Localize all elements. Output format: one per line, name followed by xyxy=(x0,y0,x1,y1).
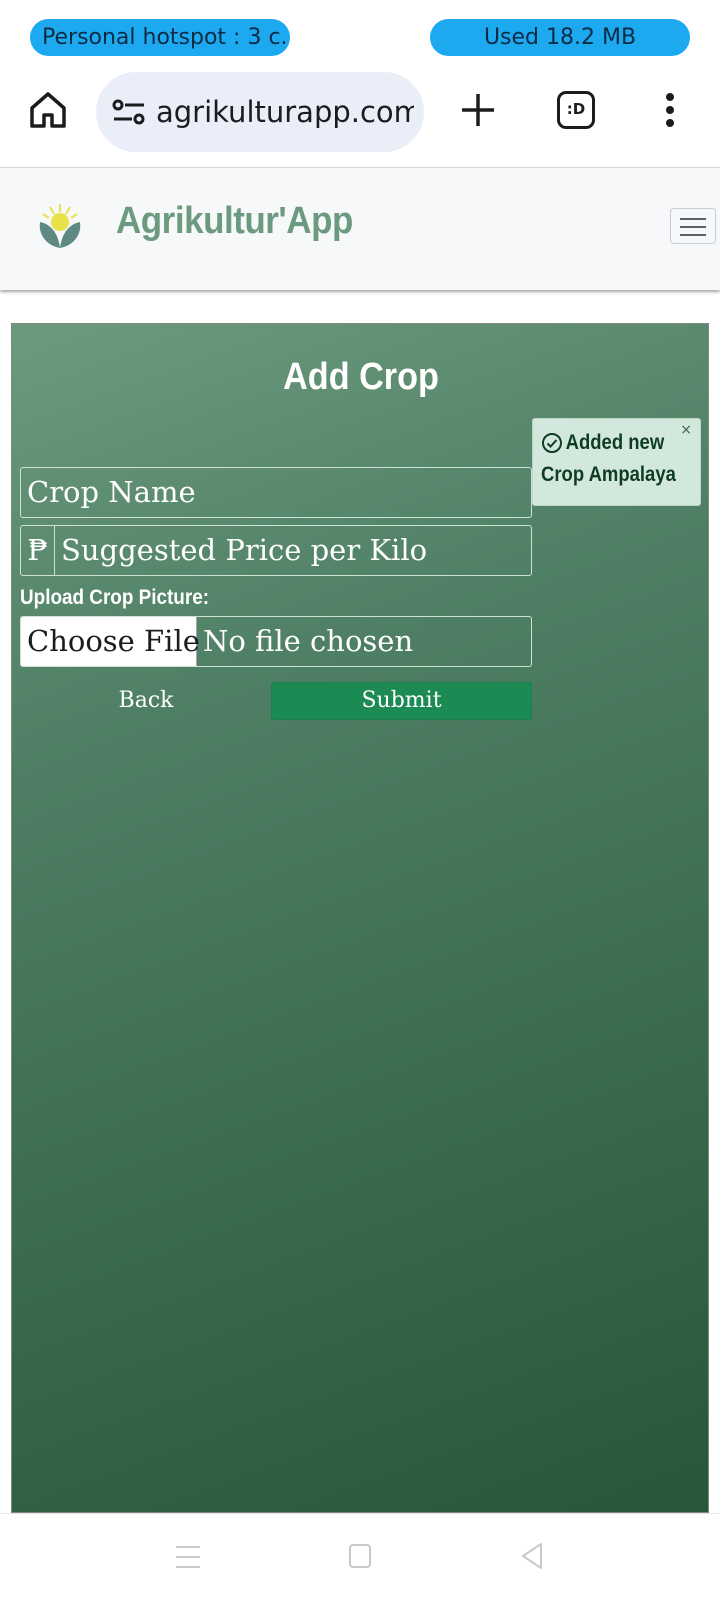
back-button[interactable]: Back xyxy=(20,682,272,720)
hotspot-status-text: Personal hotspot : 3 c... xyxy=(42,25,290,50)
address-bar[interactable]: agrikulturapp.com xyxy=(96,72,424,152)
home-icon[interactable] xyxy=(26,88,70,132)
back-triangle-icon[interactable] xyxy=(520,1541,544,1571)
close-icon[interactable]: × xyxy=(680,422,692,438)
file-status-text: No file chosen xyxy=(203,624,414,658)
hotspot-status-pill[interactable]: Personal hotspot : 3 c... xyxy=(30,19,290,56)
more-vert-icon[interactable] xyxy=(660,90,680,130)
data-usage-text: Used 18.2 MB xyxy=(483,25,637,50)
brand-title[interactable]: Agrikultur'App xyxy=(116,200,353,243)
app-navbar: Agrikultur'App xyxy=(0,167,720,290)
logo-icon[interactable] xyxy=(32,198,88,254)
submit-button[interactable]: Submit xyxy=(271,682,532,720)
tab-switcher-icon[interactable]: :D xyxy=(557,91,595,129)
recents-icon[interactable] xyxy=(176,1546,200,1568)
browser-toolbar: agrikulturapp.com :D xyxy=(0,70,720,154)
plus-icon[interactable] xyxy=(458,90,498,130)
crop-name-input[interactable]: Crop Name xyxy=(20,467,532,518)
add-crop-card: Add Crop Crop Name ₱ Suggested Price per… xyxy=(11,323,709,1513)
price-input[interactable]: Suggested Price per Kilo xyxy=(61,526,427,575)
choose-file-button[interactable]: Choose File xyxy=(21,617,200,666)
hamburger-icon[interactable] xyxy=(670,208,716,244)
crop-name-placeholder: Crop Name xyxy=(27,475,196,509)
url-text: agrikulturapp.com xyxy=(156,95,414,129)
peso-icon: ₱ xyxy=(21,526,55,575)
toast-message: Added new Crop Ampalaya xyxy=(541,431,676,486)
upload-label: Upload Crop Picture: xyxy=(20,586,210,609)
tab-switcher-label: :D xyxy=(566,100,586,118)
success-toast: × Added new Crop Ampalaya xyxy=(532,418,701,506)
system-nav-bar xyxy=(0,1513,720,1600)
file-input[interactable]: Choose File No file chosen xyxy=(20,616,532,667)
page-title: Add Crop xyxy=(283,356,439,398)
site-settings-icon[interactable] xyxy=(112,98,146,126)
home-square-icon[interactable] xyxy=(349,1544,371,1568)
price-input-group[interactable]: ₱ Suggested Price per Kilo xyxy=(20,525,532,576)
data-usage-pill[interactable]: Used 18.2 MB xyxy=(430,19,690,56)
